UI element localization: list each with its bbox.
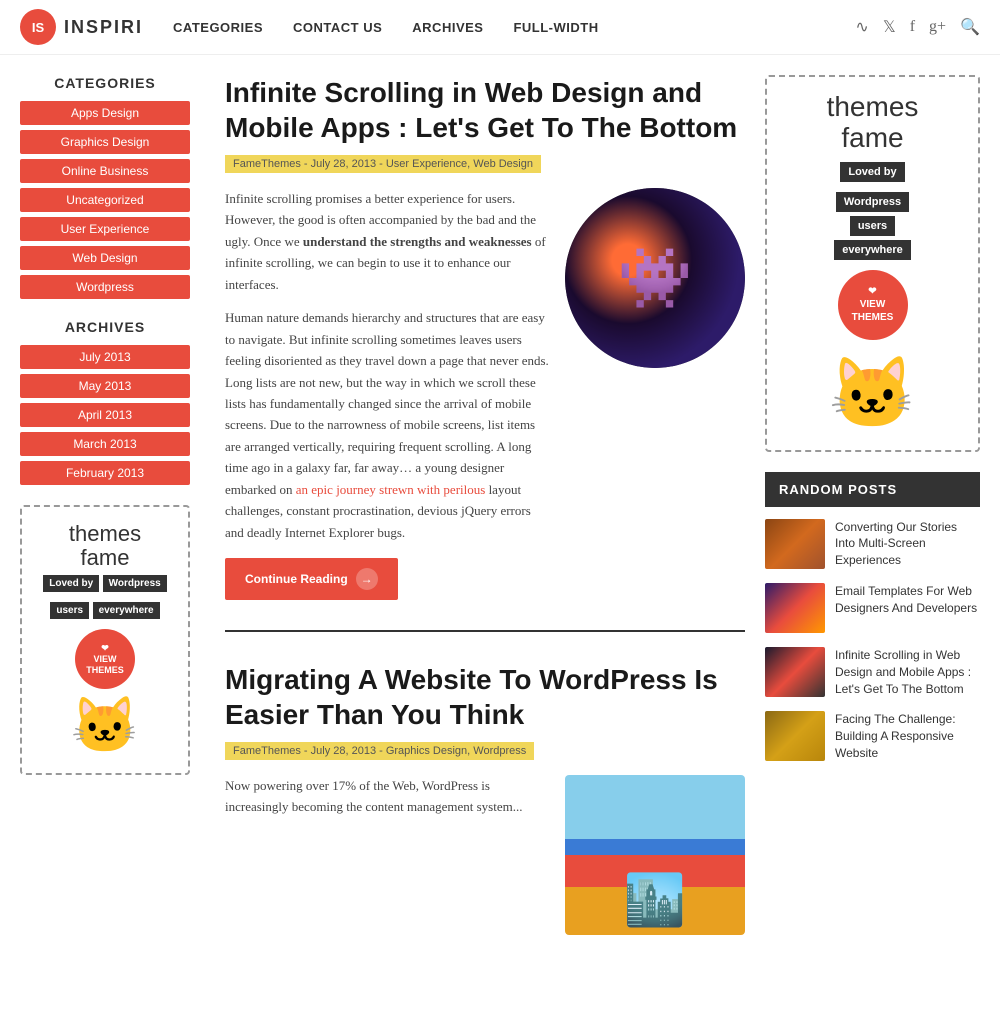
sidebar-item-wordpress[interactable]: Wordpress [20, 275, 190, 299]
right-ad-tagline1: Loved by [840, 162, 904, 182]
sidebar-archive-march2013[interactable]: March 2013 [20, 432, 190, 456]
facebook-icon[interactable]: f [910, 18, 915, 36]
random-post-2-title[interactable]: Email Templates For Web Designers And De… [835, 583, 980, 617]
header: IS INSPIRI CATEGORIES CONTACT US ARCHIVE… [0, 0, 1000, 55]
article-2-body: Now powering over 17% of the Web, WordPr… [225, 775, 745, 935]
nav-contact[interactable]: CONTACT US [293, 20, 382, 35]
main-content: Infinite Scrolling in Web Design and Mob… [205, 75, 765, 995]
right-ad-tagline2: Wordpress [836, 192, 909, 212]
random-post-3-title[interactable]: Infinite Scrolling in Web Design and Mob… [835, 647, 980, 697]
twitter-icon[interactable]: 𝕏 [883, 17, 896, 37]
left-sidebar: CATEGORIES Apps Design Graphics Design O… [20, 75, 205, 995]
sidebar-archive-april2013[interactable]: April 2013 [20, 403, 190, 427]
sidebar-item-uncategorized[interactable]: Uncategorized [20, 188, 190, 212]
sidebar-archive-july2013[interactable]: July 2013 [20, 345, 190, 369]
search-icon[interactable]: 🔍 [960, 17, 980, 37]
random-post-1-title[interactable]: Converting Our Stories Into Multi-Screen… [835, 519, 980, 569]
continue-reading-button[interactable]: Continue Reading → [225, 558, 398, 600]
archives-list: July 2013 May 2013 April 2013 March 2013… [20, 345, 190, 485]
archives-title: ARCHIVES [20, 319, 190, 335]
article-2-image [565, 775, 745, 935]
article-1-title: Infinite Scrolling in Web Design and Mob… [225, 75, 745, 145]
right-ad-badge[interactable]: ❤ VIEW THEMES [838, 270, 908, 340]
article-1-meta: FameThemes - July 28, 2013 - User Experi… [225, 155, 541, 173]
article-1: Infinite Scrolling in Web Design and Mob… [225, 75, 745, 632]
sidebar-ad-tagline1: Loved by [43, 575, 99, 592]
article-2-title: Migrating A Website To WordPress Is Easi… [225, 662, 745, 732]
right-ad-tagline4: everywhere [834, 240, 911, 260]
gplus-icon[interactable]: g+ [929, 18, 946, 36]
right-ad-tagline3: users [850, 216, 895, 236]
article-2-meta: FameThemes - July 28, 2013 - Graphics De… [225, 742, 534, 760]
logo-name: INSPIRI [64, 17, 143, 38]
sidebar-ad-badge[interactable]: ❤ VIEW THEMES [75, 629, 135, 689]
sidebar-item-user-experience[interactable]: User Experience [20, 217, 190, 241]
city-illustration [565, 775, 745, 935]
random-posts-title: RANDOM POSTS [765, 472, 980, 507]
logo[interactable]: IS INSPIRI [20, 9, 143, 45]
sidebar-archive-may2013[interactable]: May 2013 [20, 374, 190, 398]
sidebar-item-graphics-design[interactable]: Graphics Design [20, 130, 190, 154]
nav-fullwidth[interactable]: FULL-WIDTH [513, 20, 598, 35]
article-1-image [565, 188, 745, 368]
right-ad[interactable]: themes fame Loved by Wordpress users eve… [765, 75, 980, 452]
random-post-2-thumb [765, 583, 825, 633]
random-post-1-thumb [765, 519, 825, 569]
sidebar-ad-script: themes fame [32, 522, 178, 570]
categories-list: Apps Design Graphics Design Online Busin… [20, 101, 190, 299]
random-post-3[interactable]: Infinite Scrolling in Web Design and Mob… [765, 647, 980, 697]
sidebar-cat-image: 🐱 [32, 694, 178, 758]
nav-categories[interactable]: CATEGORIES [173, 20, 263, 35]
sidebar-archive-feb2013[interactable]: February 2013 [20, 461, 190, 485]
main-nav: CATEGORIES CONTACT US ARCHIVES FULL-WIDT… [173, 20, 855, 35]
random-post-4-title[interactable]: Facing The Challenge: Building A Respons… [835, 711, 980, 761]
header-icons: ∿ 𝕏 f g+ 🔍 [855, 17, 980, 37]
sidebar-ad-tagline4: everywhere [93, 602, 160, 619]
nav-archives[interactable]: ARCHIVES [412, 20, 483, 35]
sidebar-ad-tagline3: users [50, 602, 89, 619]
sidebar-item-apps-design[interactable]: Apps Design [20, 101, 190, 125]
logo-icon: IS [20, 9, 56, 45]
article-2: Migrating A Website To WordPress Is Easi… [225, 662, 745, 965]
sidebar-item-web-design[interactable]: Web Design [20, 246, 190, 270]
right-ad-script: themes fame [827, 92, 919, 154]
page-container: CATEGORIES Apps Design Graphics Design O… [0, 55, 1000, 1015]
sidebar-item-online-business[interactable]: Online Business [20, 159, 190, 183]
sidebar-ad[interactable]: themes fame Loved by Wordpress users eve… [20, 505, 190, 775]
random-post-1[interactable]: Converting Our Stories Into Multi-Screen… [765, 519, 980, 569]
article-1-text: Infinite scrolling promises a better exp… [225, 188, 550, 543]
article-link2[interactable]: lous [464, 482, 486, 497]
sidebar-ad-tagline2: Wordpress [103, 575, 167, 592]
article-link[interactable]: an epic journey strewn with peri [296, 482, 464, 497]
right-sidebar: themes fame Loved by Wordpress users eve… [765, 75, 980, 995]
monster-illustration [565, 188, 745, 368]
random-post-4[interactable]: Facing The Challenge: Building A Respons… [765, 711, 980, 761]
right-ad-cat-image: 🐱 [829, 353, 916, 435]
random-post-2[interactable]: Email Templates For Web Designers And De… [765, 583, 980, 633]
random-post-4-thumb [765, 711, 825, 761]
arrow-icon: → [356, 568, 378, 590]
categories-title: CATEGORIES [20, 75, 190, 91]
article-2-text: Now powering over 17% of the Web, WordPr… [225, 775, 550, 935]
article-1-body: Infinite scrolling promises a better exp… [225, 188, 745, 543]
random-post-3-thumb [765, 647, 825, 697]
rss-icon[interactable]: ∿ [855, 17, 868, 37]
